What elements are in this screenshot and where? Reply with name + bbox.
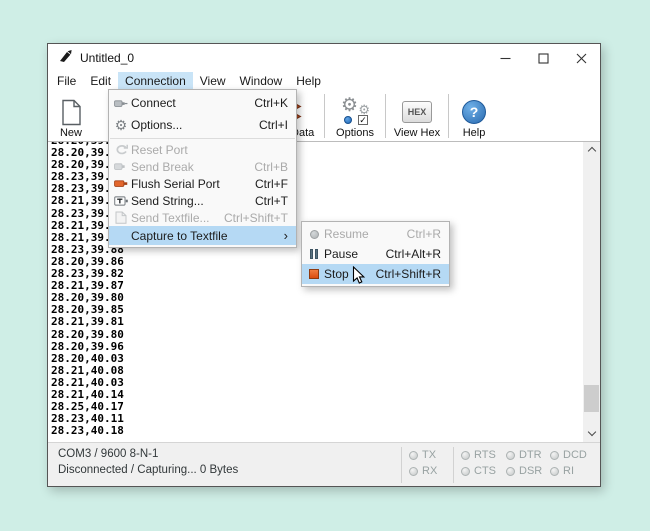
menu-item-options[interactable]: ⚙ Options... Ctrl+I	[109, 114, 296, 136]
toolbar-separator	[385, 94, 386, 138]
cts-indicator: CTS	[461, 464, 496, 478]
tx-indicator: TX	[409, 448, 436, 462]
view-hex-button[interactable]: HEX View Hex	[390, 93, 444, 139]
close-button[interactable]	[562, 44, 600, 72]
title-bar[interactable]: Untitled_0	[48, 44, 600, 72]
submenu-item-pause[interactable]: Pause Ctrl+Alt+R	[302, 244, 449, 264]
help-button-label: Help	[463, 127, 486, 139]
terminal-line: 28.25,40.17	[51, 401, 583, 413]
pause-icon	[307, 249, 321, 259]
menu-item-reset-port[interactable]: Reset Port	[109, 141, 296, 158]
view-hex-button-label: View Hex	[394, 127, 440, 139]
dsr-indicator: DSR	[506, 464, 542, 478]
submenu-item-stop[interactable]: Stop Ctrl+Shift+R	[302, 264, 449, 284]
gear-icon: ⚙	[114, 118, 128, 132]
dcd-indicator: DCD	[550, 448, 587, 462]
scrollbar-thumb[interactable]	[584, 385, 599, 412]
options-gears-icon: ⚙ ⚙ ✓	[340, 97, 370, 127]
status-separator	[401, 447, 402, 483]
rts-led-icon	[461, 451, 470, 460]
menu-item-capture-to-textfile[interactable]: Capture to Textfile ›	[109, 226, 296, 245]
terminal-line: 28.23,40.11	[51, 413, 583, 425]
minimize-button[interactable]	[486, 44, 524, 72]
vertical-scrollbar[interactable]	[583, 142, 600, 442]
terminal-line: 28.21,40.08	[51, 365, 583, 377]
connect-plug-icon	[114, 97, 128, 110]
resume-record-icon	[307, 230, 321, 239]
toolbar-separator	[448, 94, 449, 138]
cts-led-icon	[461, 467, 470, 476]
terminal-line: 28.20,39.80	[51, 292, 583, 304]
terminal-line: 28.21,39.81	[51, 316, 583, 328]
send-break-icon	[114, 160, 128, 173]
menu-item-send-break[interactable]: Send Break Ctrl+B	[109, 158, 296, 175]
rx-led-icon	[409, 467, 418, 476]
submenu-arrow-icon: ›	[284, 228, 288, 243]
reset-port-icon	[114, 144, 128, 156]
connection-menu: Connect Ctrl+K ⚙ Options... Ctrl+I Reset…	[108, 89, 297, 248]
ri-indicator: RI	[550, 464, 574, 478]
terminal-line: 28.20,39.85	[51, 304, 583, 316]
new-button[interactable]: New	[51, 93, 91, 139]
submenu-item-resume[interactable]: Resume Ctrl+R	[302, 224, 449, 244]
chevron-up-icon	[587, 147, 595, 155]
terminal-line: 28.20,40.03	[51, 353, 583, 365]
tx-led-icon	[409, 451, 418, 460]
status-separator	[453, 447, 454, 483]
hex-icon: HEX	[402, 97, 432, 127]
dcd-led-icon	[550, 451, 559, 460]
scroll-up-button[interactable]	[583, 142, 600, 158]
port-settings-text: COM3 / 9600 8-N-1	[58, 448, 158, 460]
menu-file[interactable]: File	[50, 72, 83, 91]
menu-item-connect[interactable]: Connect Ctrl+K	[109, 92, 296, 114]
desktop: { "window": { "title": "Untitled_0" }, "…	[0, 0, 650, 531]
dsr-led-icon	[506, 467, 515, 476]
menu-item-send-textfile[interactable]: Send Textfile... Ctrl+Shift+T	[109, 209, 296, 226]
help-icon: ?	[462, 97, 486, 127]
window-title: Untitled_0	[80, 51, 134, 65]
options-button[interactable]: ⚙ ⚙ ✓ Options	[329, 93, 381, 139]
menu-item-send-string[interactable]: Send String... Ctrl+T	[109, 192, 296, 209]
terminal-line: 28.23,40.18	[51, 425, 583, 437]
capture-submenu: Resume Ctrl+R Pause Ctrl+Alt+R Stop Ctrl…	[301, 221, 450, 287]
menu-separator	[110, 138, 295, 139]
help-button[interactable]: ? Help	[454, 93, 494, 139]
status-bar: COM3 / 9600 8-N-1 Disconnected / Capturi…	[48, 442, 600, 486]
new-document-icon	[61, 97, 82, 127]
maximize-button[interactable]	[524, 44, 562, 72]
stop-icon	[307, 269, 321, 279]
terminal-line: 28.21,40.14	[51, 389, 583, 401]
flush-serial-port-icon	[114, 177, 128, 190]
ri-led-icon	[550, 467, 559, 476]
mouse-cursor	[352, 266, 366, 291]
new-button-label: New	[60, 127, 82, 139]
send-string-icon	[114, 195, 128, 207]
terminal-line: 28.20,39.96	[51, 341, 583, 353]
dtr-indicator: DTR	[506, 448, 542, 462]
connection-status-text: Disconnected / Capturing... 0 Bytes	[58, 464, 238, 476]
options-button-label: Options	[336, 127, 374, 139]
menu-item-flush-serial-port[interactable]: Flush Serial Port Ctrl+F	[109, 175, 296, 192]
terminal-line: 28.21,40.03	[51, 377, 583, 389]
terminal-line: 28.20,39.80	[51, 329, 583, 341]
send-textfile-icon	[114, 211, 128, 224]
rts-indicator: RTS	[461, 448, 496, 462]
scroll-down-button[interactable]	[583, 426, 600, 442]
rx-indicator: RX	[409, 464, 437, 478]
dtr-led-icon	[506, 451, 515, 460]
chevron-down-icon	[587, 428, 595, 436]
toolbar-separator	[324, 94, 325, 138]
app-icon	[59, 49, 73, 68]
